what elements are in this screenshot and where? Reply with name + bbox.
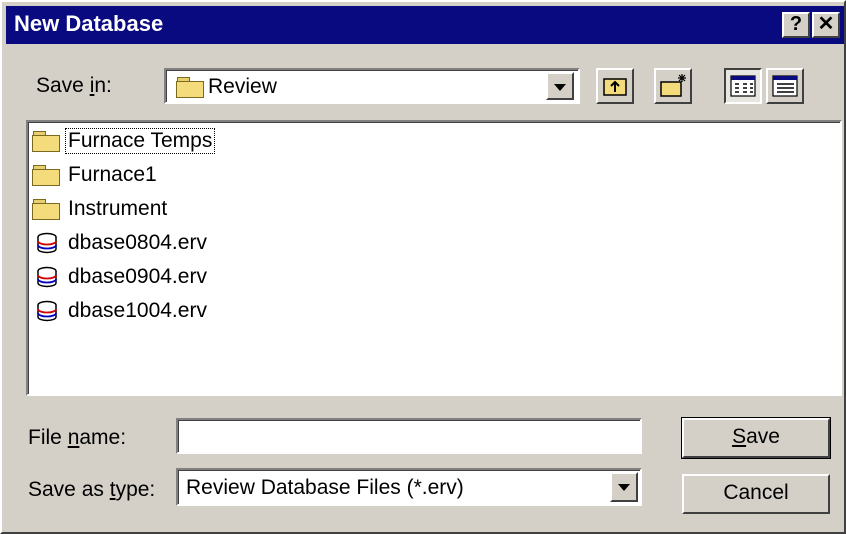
close-button[interactable]: ✕ [812, 12, 840, 38]
database-icon [37, 266, 57, 288]
save-as-type-dropdown[interactable]: Review Database Files (*.erv) [176, 468, 642, 506]
create-new-folder-icon [660, 74, 686, 97]
save-in-value: Review [208, 75, 277, 98]
list-view-button[interactable] [724, 68, 762, 104]
list-item-folder[interactable]: Instrument [32, 194, 169, 224]
save-in-dropdown[interactable]: Review [164, 68, 580, 104]
window-title: New Database [14, 11, 164, 36]
chevron-down-icon [554, 84, 566, 91]
list-item-database[interactable]: dbase0804.erv [32, 228, 209, 258]
folder-icon [32, 165, 60, 186]
list-item-database[interactable]: dbase1004.erv [32, 296, 209, 326]
list-item-label: Furnace Temps [64, 128, 216, 154]
save-in-dropdown-button[interactable] [546, 72, 574, 100]
help-button[interactable]: ? [782, 12, 810, 38]
list-item-label: dbase1004.erv [68, 299, 207, 322]
list-item-folder[interactable]: Furnace Temps [32, 126, 216, 156]
save-as-type-label: Save as type: [28, 478, 156, 501]
folder-icon [32, 131, 60, 152]
list-item-folder[interactable]: Furnace1 [32, 160, 159, 190]
database-icon [37, 300, 57, 322]
list-item-label: dbase0904.erv [68, 265, 207, 288]
save-as-type-dropdown-button[interactable] [610, 472, 638, 502]
help-icon: ? [789, 13, 803, 35]
list-item-database[interactable]: dbase0904.erv [32, 262, 209, 292]
file-list[interactable]: Furnace Temps Furnace1 Instrument dbase0… [26, 120, 842, 396]
save-in-label: Save in: [36, 74, 112, 97]
file-name-label: File name: [28, 426, 127, 449]
open-folder-icon [176, 77, 204, 98]
title-bar[interactable]: New Database ? ✕ [6, 6, 844, 44]
cancel-button[interactable]: Cancel [682, 474, 830, 514]
list-item-label: Furnace1 [68, 163, 157, 186]
details-view-button[interactable] [766, 68, 804, 104]
details-view-icon [772, 75, 798, 97]
list-view-icon [730, 75, 756, 97]
create-new-folder-button[interactable] [654, 68, 692, 104]
folder-icon [32, 199, 60, 220]
new-database-dialog: New Database ? ✕ Save in: Review Furnace… [0, 0, 846, 534]
file-name-input[interactable] [176, 418, 642, 454]
up-one-level-icon [603, 78, 627, 96]
up-one-level-button[interactable] [596, 68, 634, 104]
close-icon: ✕ [817, 13, 835, 35]
list-item-label: Instrument [68, 197, 168, 220]
chevron-down-icon [618, 484, 630, 491]
save-as-type-value: Review Database Files (*.erv) [186, 476, 464, 499]
database-icon [37, 232, 57, 254]
save-button[interactable]: Save [681, 417, 831, 459]
list-item-label: dbase0804.erv [68, 231, 207, 254]
